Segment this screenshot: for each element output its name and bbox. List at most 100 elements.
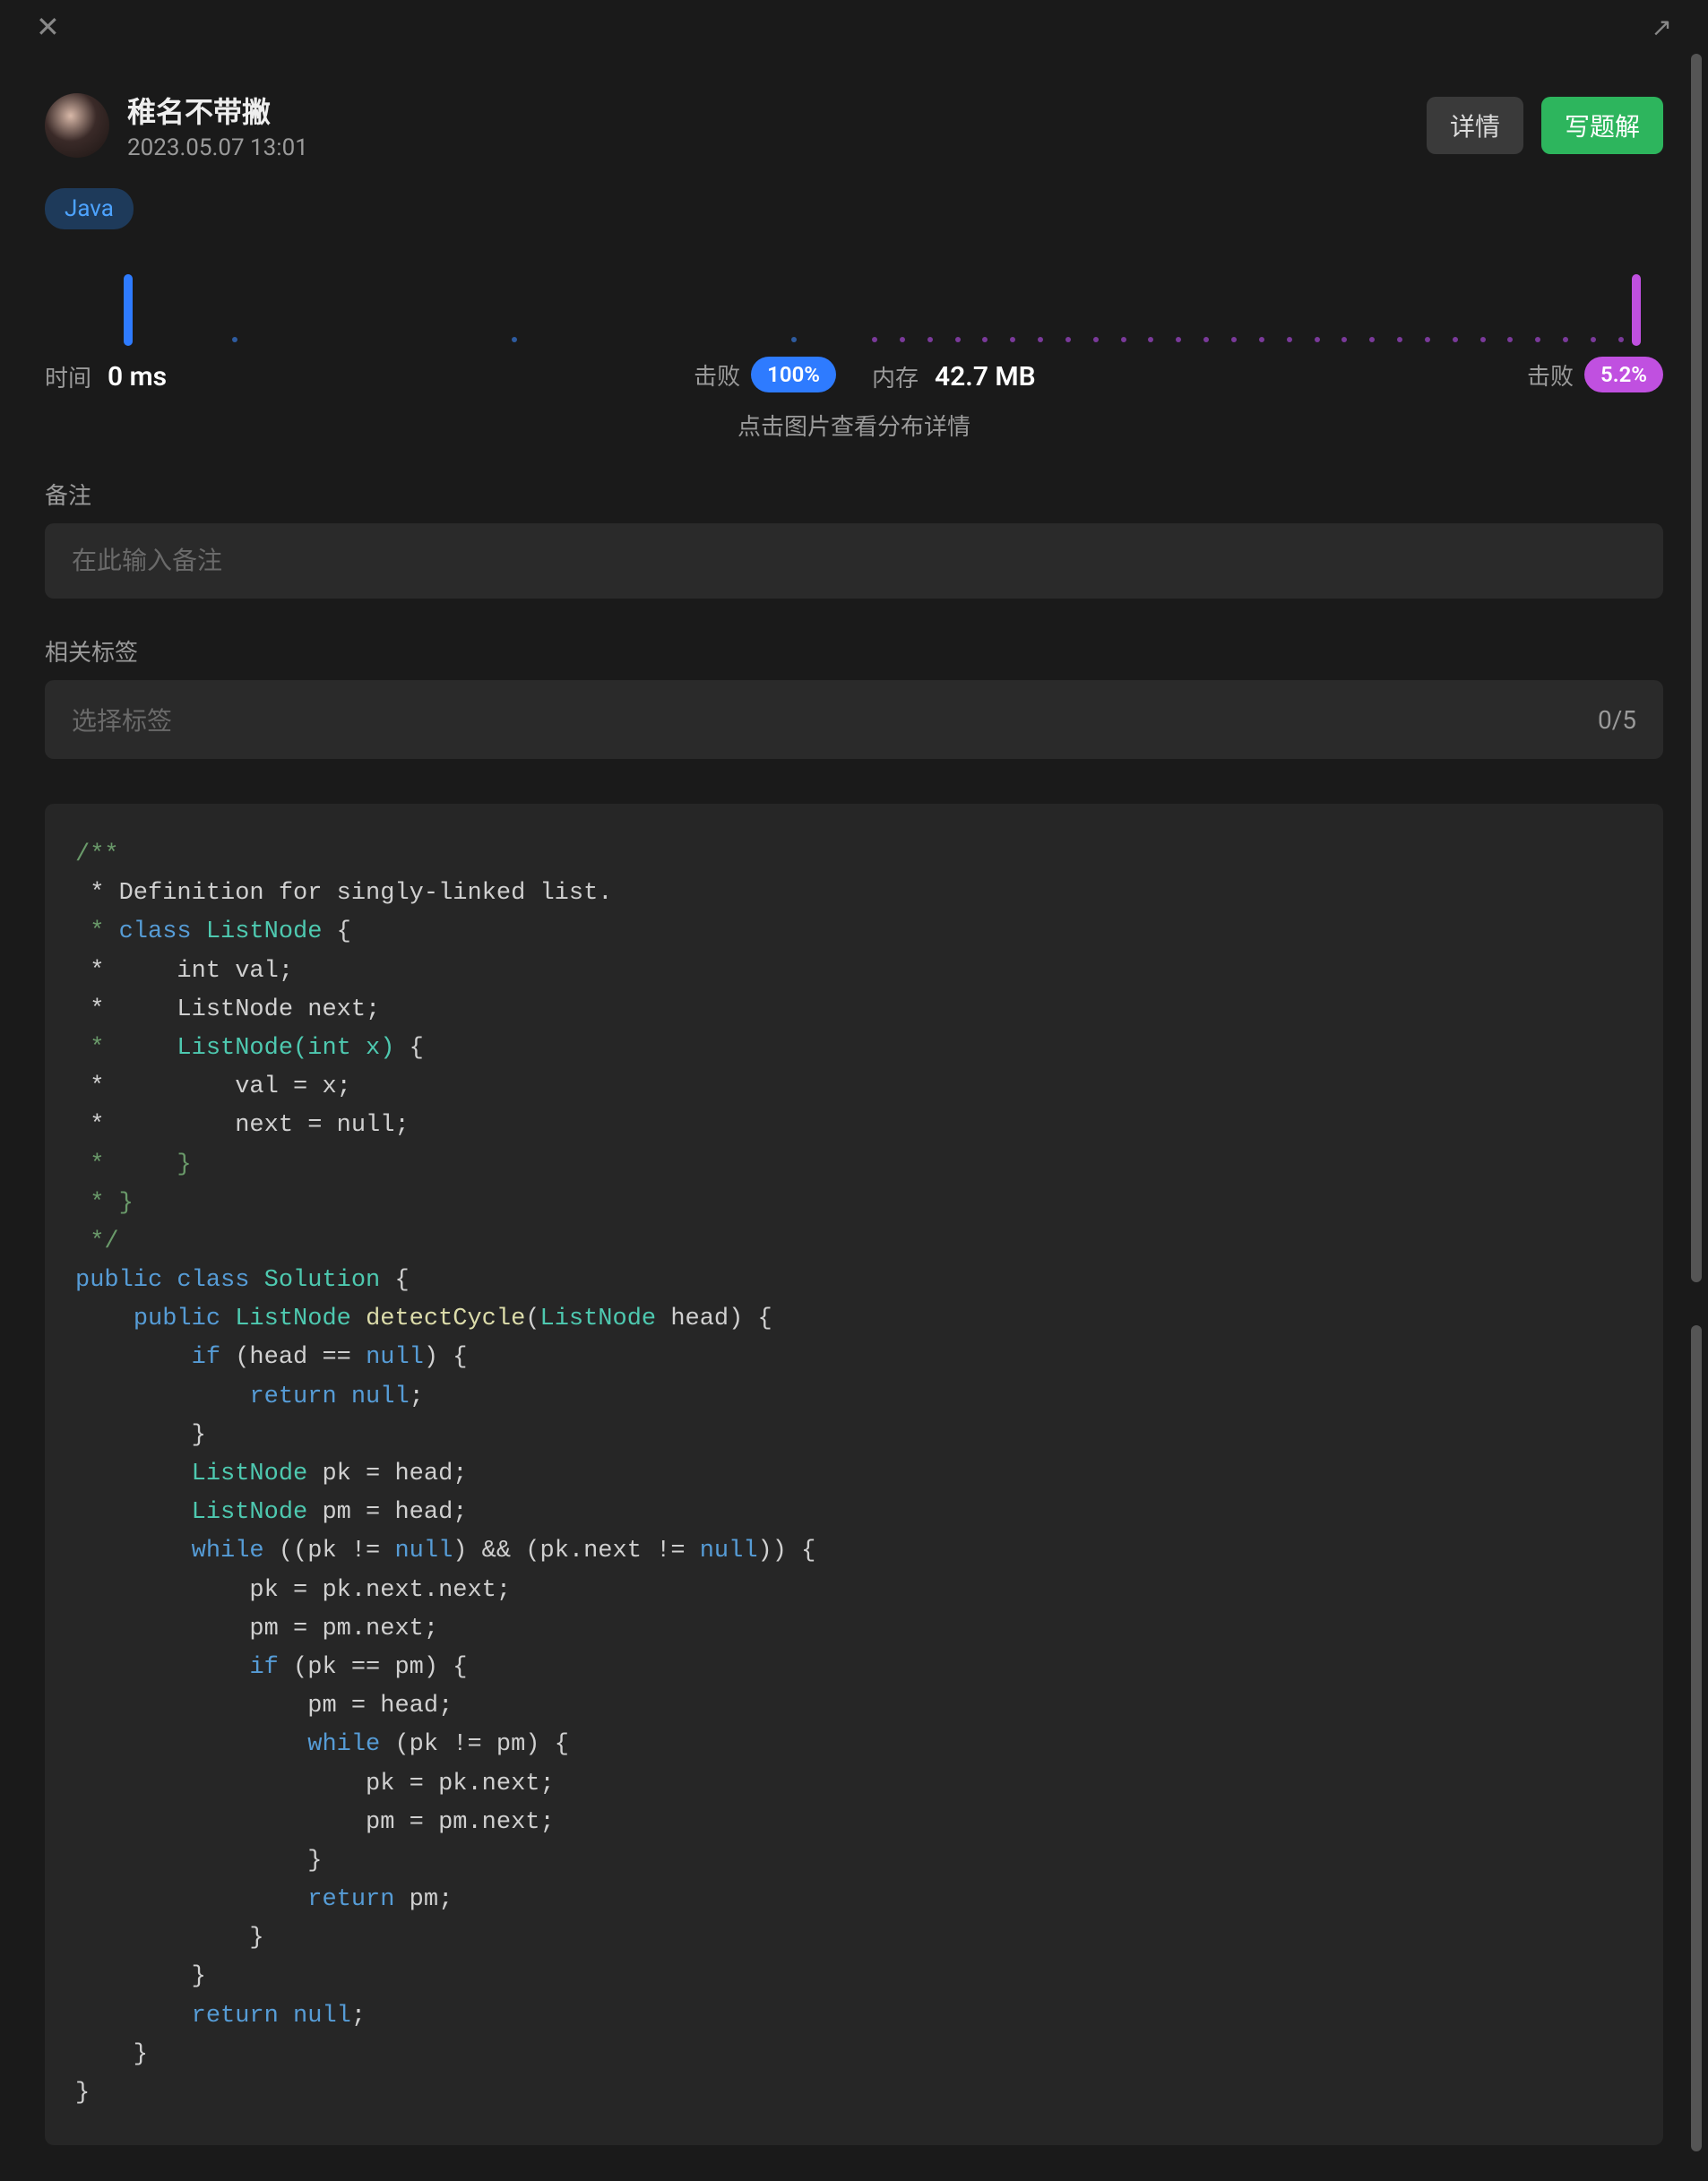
- code-t: return: [192, 2003, 279, 2030]
- dot-icon: [982, 337, 988, 342]
- code-t: ListNode: [192, 1461, 308, 1487]
- memory-dots: [872, 337, 1663, 342]
- close-icon[interactable]: ✕: [36, 13, 60, 41]
- code-t: *: [75, 1035, 177, 1062]
- dot-icon: [1148, 337, 1153, 342]
- code-t: while: [192, 1538, 264, 1565]
- code-line: pk = pk.next;: [75, 1771, 555, 1797]
- code-t: ((pk !=: [264, 1538, 395, 1565]
- top-bar: ✕ ↗: [0, 0, 1708, 36]
- user-name[interactable]: 稚名不带撇: [127, 90, 308, 131]
- dot-icon: [1591, 337, 1596, 342]
- write-solution-button[interactable]: 写题解: [1541, 97, 1663, 154]
- code-line: * }: [75, 1190, 134, 1217]
- code-block[interactable]: /** * Definition for singly-linked list.…: [45, 804, 1663, 2145]
- code-t: {: [322, 918, 350, 945]
- dot-icon: [791, 337, 797, 342]
- dot-icon: [1341, 337, 1347, 342]
- code-t: head) {: [656, 1306, 772, 1332]
- tags-placeholder: 选择标签: [72, 702, 172, 737]
- code-t: if: [249, 1654, 278, 1681]
- submission-datetime: 2023.05.07 13:01: [127, 134, 308, 161]
- code-t: [220, 1306, 235, 1332]
- header-row: 稚名不带撇 2023.05.07 13:01 详情 写题解: [45, 90, 1663, 161]
- code-t: pm;: [394, 1886, 453, 1913]
- code-t: pm = head;: [307, 1499, 467, 1526]
- code-line: pk = pk.next.next;: [75, 1577, 511, 1604]
- memory-distribution[interactable]: 内存 42.7 MB 击败 5.2%: [872, 265, 1663, 391]
- code-t: public: [75, 1267, 162, 1294]
- tags-select[interactable]: 选择标签 0/5: [45, 680, 1663, 759]
- memory-bar-icon: [1632, 274, 1641, 346]
- code-t: [75, 1344, 192, 1371]
- code-t: if: [192, 1344, 220, 1371]
- code-t: public: [134, 1306, 220, 1332]
- open-external-icon[interactable]: ↗: [1652, 13, 1672, 42]
- details-button[interactable]: 详情: [1427, 97, 1523, 154]
- dot-icon: [1121, 337, 1126, 342]
- dot-icon: [1315, 337, 1320, 342]
- code-line: /**: [75, 841, 119, 868]
- code-t: *: [75, 918, 119, 945]
- dot-icon: [1397, 337, 1402, 342]
- memory-beat: 击败 5.2%: [1527, 357, 1663, 392]
- code-line: * Definition for singly-linked list.: [75, 880, 613, 907]
- code-t: [192, 918, 206, 945]
- scrollbar-thumb-lower[interactable]: [1691, 1325, 1702, 2151]
- code-t: class: [177, 1267, 249, 1294]
- code-t: [162, 1267, 177, 1294]
- time-distribution[interactable]: 时间 0 ms 击败 100%: [45, 265, 836, 391]
- code-t: ) && (pk.next !=: [453, 1538, 699, 1565]
- avatar[interactable]: [45, 93, 109, 158]
- dot-icon: [1287, 337, 1292, 342]
- code-t: (pk != pm) {: [380, 1731, 569, 1758]
- code-t: (: [525, 1306, 539, 1332]
- distribution-row: 时间 0 ms 击败 100%: [45, 265, 1663, 391]
- code-t: while: [307, 1731, 380, 1758]
- dot-icon: [1093, 337, 1099, 342]
- code-line: pm = pm.next;: [75, 1809, 555, 1836]
- code-t: ListNode: [206, 918, 323, 945]
- code-t: ;: [410, 1384, 424, 1410]
- code-t: null: [366, 1344, 424, 1371]
- code-line: * int val;: [75, 958, 293, 985]
- notes-input[interactable]: [45, 523, 1663, 599]
- content-area: 稚名不带撇 2023.05.07 13:01 详情 写题解 Java: [0, 36, 1708, 2181]
- user-block: 稚名不带撇 2023.05.07 13:01: [45, 90, 308, 161]
- memory-beat-pill: 5.2%: [1584, 357, 1663, 392]
- code-t: {: [394, 1035, 423, 1062]
- code-t: null: [293, 2003, 351, 2030]
- dot-icon: [955, 337, 961, 342]
- dot-icon: [1203, 337, 1209, 342]
- code-t: ) {: [424, 1344, 468, 1371]
- notes-section-label: 备注: [45, 478, 1663, 511]
- user-text: 稚名不带撇 2023.05.07 13:01: [127, 90, 308, 161]
- memory-value: 42.7 MB: [935, 361, 1036, 392]
- code-line: * ListNode next;: [75, 996, 380, 1023]
- time-beat-pill: 100%: [751, 357, 836, 392]
- time-chart: [45, 265, 836, 346]
- dot-icon: [1535, 337, 1540, 342]
- code-t: ListNode(int x): [177, 1035, 394, 1062]
- code-line: }: [75, 2080, 90, 2107]
- dot-icon: [1010, 337, 1015, 342]
- code-t: pk = head;: [307, 1461, 467, 1487]
- code-line: */: [75, 1228, 119, 1255]
- code-t: [75, 1538, 192, 1565]
- language-tag[interactable]: Java: [45, 188, 134, 229]
- code-line: pm = pm.next;: [75, 1616, 438, 1642]
- code-line: * val = x;: [75, 1073, 351, 1100]
- scrollbar-thumb-upper[interactable]: [1691, 54, 1702, 1282]
- scrollbar-track[interactable]: [1688, 54, 1704, 2172]
- code-line: }: [75, 1925, 264, 1952]
- code-t: null: [700, 1538, 758, 1565]
- time-bar-icon: [124, 274, 133, 346]
- dot-icon: [1176, 337, 1181, 342]
- dot-icon: [1038, 337, 1043, 342]
- time-value: 0 ms: [108, 361, 167, 392]
- memory-label: 内存: [872, 360, 919, 393]
- code-t: [75, 1306, 134, 1332]
- header-actions: 详情 写题解: [1427, 97, 1663, 154]
- code-t: [75, 2003, 192, 2030]
- code-t: detectCycle: [366, 1306, 525, 1332]
